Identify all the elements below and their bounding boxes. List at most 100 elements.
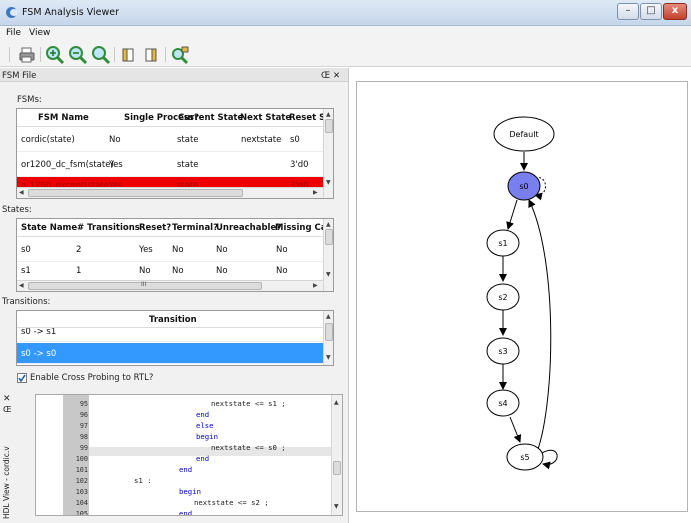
line-number: 95 bbox=[79, 400, 88, 408]
print-icon[interactable] bbox=[17, 45, 37, 65]
graph-layout-icon[interactable] bbox=[170, 45, 190, 65]
node-label: s1 bbox=[498, 239, 507, 248]
cell: state bbox=[177, 135, 199, 145]
toolbar-separator bbox=[9, 47, 10, 62]
cell: s0 bbox=[290, 135, 300, 145]
fsm-graph-canvas[interactable]: Default s0 s1 s2 s3 s4 s5 bbox=[356, 81, 688, 512]
hdl-code-view[interactable]: 95 nextstate <= s1 ; 96 end 97 else 98 b… bbox=[35, 394, 343, 516]
code-line: end bbox=[196, 410, 210, 419]
window-title: FSM Analysis Viewer bbox=[22, 7, 119, 18]
node-label: s2 bbox=[498, 293, 507, 302]
zoom-fit-icon[interactable] bbox=[91, 45, 111, 65]
close-panel-icon[interactable]: ✕ bbox=[333, 71, 340, 81]
cell: No bbox=[276, 266, 288, 276]
node-label: s5 bbox=[520, 453, 529, 462]
menu-file[interactable]: File bbox=[6, 28, 21, 38]
scroll-thumb[interactable] bbox=[333, 461, 341, 475]
minimize-button[interactable]: – bbox=[617, 3, 639, 20]
column-header[interactable]: FSM Name bbox=[38, 113, 89, 123]
code-line: begin bbox=[179, 487, 201, 496]
column-header[interactable]: State Name bbox=[21, 223, 77, 233]
scroll-grip: III bbox=[141, 281, 147, 288]
float-panel-icon[interactable]: Œ bbox=[321, 71, 330, 81]
cell: No bbox=[216, 245, 228, 255]
toolbar-separator bbox=[40, 47, 41, 62]
cross-probe-checkbox[interactable] bbox=[17, 373, 27, 383]
table-row[interactable]: s0 2 Yes No No No bbox=[17, 237, 323, 262]
cell: 2 bbox=[76, 245, 82, 255]
toolbar-separator bbox=[165, 47, 166, 62]
hdl-view-tab-label: HDL View - cordic.v bbox=[2, 446, 11, 519]
line-number: 101 bbox=[75, 466, 88, 474]
cell: s0 -> s0 bbox=[21, 349, 57, 359]
menu-view[interactable]: View bbox=[29, 28, 50, 38]
code-line: else bbox=[196, 421, 214, 430]
column-header[interactable]: # Transitions bbox=[77, 223, 140, 233]
zoom-in-icon[interactable] bbox=[45, 45, 65, 65]
line-number: 96 bbox=[79, 411, 88, 419]
vertical-scrollbar[interactable]: ▲ ▼ bbox=[323, 219, 333, 291]
hdl-view-tab[interactable]: HDL View - cordic.v bbox=[2, 415, 14, 519]
line-number: 103 bbox=[75, 488, 88, 496]
column-header[interactable]: Unreachable? bbox=[216, 223, 281, 233]
edge-s0-s1 bbox=[506, 199, 518, 230]
sidebar-right-icon[interactable] bbox=[142, 45, 162, 65]
table-row[interactable]: s1 1 No No No No bbox=[17, 262, 323, 281]
cross-probe-label[interactable]: Enable Cross Probing to RTL? bbox=[30, 373, 153, 383]
code-line: end bbox=[196, 454, 210, 463]
vertical-scrollbar[interactable]: ▲ ▼ bbox=[323, 311, 333, 365]
panel-title: FSM File bbox=[2, 71, 37, 81]
scroll-thumb[interactable] bbox=[325, 119, 333, 133]
scroll-thumb[interactable] bbox=[325, 323, 333, 341]
code-line: end bbox=[179, 509, 193, 516]
table-row[interactable]: cordic(state) No state nextstate s0 bbox=[17, 127, 323, 152]
node-label: s4 bbox=[498, 399, 507, 408]
fsm-table: FSM Name Single Process? Current State N… bbox=[16, 108, 334, 199]
column-header[interactable]: Terminal? bbox=[172, 223, 218, 233]
table-row[interactable]: or1200_dc_fsm(state) Yes state 3'd0 bbox=[17, 152, 323, 177]
line-number: 100 bbox=[75, 455, 88, 463]
toolbar-separator bbox=[114, 47, 115, 62]
zoom-out-icon[interactable] bbox=[68, 45, 88, 65]
edge-s5-s0 bbox=[528, 199, 552, 458]
code-line: nextstate <= s2 ; bbox=[194, 498, 269, 507]
fsm-graph: Default s0 s1 s2 s3 s4 s5 bbox=[486, 116, 558, 471]
column-header[interactable]: Current State bbox=[178, 113, 243, 123]
column-header[interactable]: Reset S bbox=[289, 113, 325, 123]
line-number: 104 bbox=[75, 499, 88, 507]
vertical-scrollbar[interactable]: ▲ ▼ bbox=[331, 395, 342, 515]
cell: Yes bbox=[109, 160, 123, 170]
close-button[interactable]: x bbox=[663, 3, 687, 20]
sidebar-left-icon[interactable] bbox=[119, 45, 139, 65]
column-header[interactable]: Next State bbox=[240, 113, 291, 123]
edge-s4-s5 bbox=[509, 416, 522, 443]
code-line: end bbox=[179, 465, 193, 474]
code-line: nextstate <= s0 ; bbox=[211, 443, 286, 452]
vertical-scrollbar[interactable]: ▲ ▼ bbox=[323, 109, 333, 198]
cell: No bbox=[216, 266, 228, 276]
table-header: FSM Name Single Process? Current State N… bbox=[17, 109, 325, 127]
panel-header bbox=[0, 68, 348, 82]
table-header: Transition bbox=[17, 311, 323, 328]
current-line-highlight bbox=[89, 447, 331, 456]
scroll-thumb[interactable] bbox=[325, 229, 333, 245]
cell: s0 -> s1 bbox=[21, 328, 57, 337]
node-label: Default bbox=[509, 130, 538, 139]
line-number: 99 bbox=[79, 444, 88, 452]
states-label: States: bbox=[2, 205, 32, 215]
horizontal-scrollbar[interactable]: ◀ ▶ bbox=[17, 187, 323, 198]
cell: nextstate bbox=[241, 135, 282, 145]
column-header[interactable]: Reset? bbox=[139, 223, 171, 233]
cell: No bbox=[109, 135, 121, 145]
column-header[interactable]: Transition bbox=[149, 315, 197, 325]
scroll-thumb[interactable] bbox=[28, 189, 243, 197]
list-item[interactable]: s0 -> s1 bbox=[17, 328, 323, 342]
maximize-button[interactable]: □ bbox=[640, 3, 662, 20]
float-hdl-icon[interactable]: Œ bbox=[3, 405, 12, 414]
horizontal-scrollbar[interactable]: ◀ III ▶ bbox=[17, 280, 323, 291]
fsms-label: FSMs: bbox=[17, 95, 42, 105]
close-hdl-icon[interactable]: ✕ bbox=[3, 394, 11, 404]
line-number: 98 bbox=[79, 433, 88, 441]
list-item-selected[interactable]: s0 -> s0 bbox=[17, 343, 323, 364]
cell: Yes bbox=[139, 245, 153, 255]
